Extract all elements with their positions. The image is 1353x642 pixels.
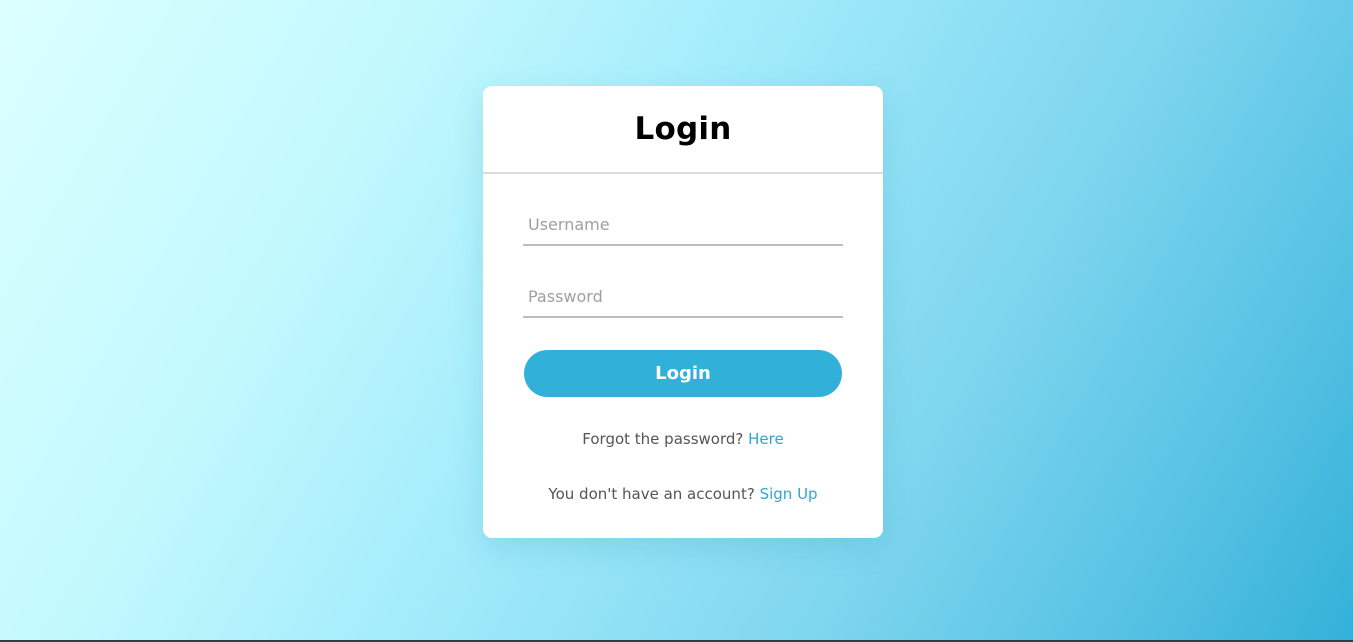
login-card-header: Login [483, 86, 883, 174]
username-input[interactable] [523, 204, 843, 246]
forgot-password-line: Forgot the password? Here [483, 430, 883, 448]
login-card: Login Login Forgot the password? Here Yo… [483, 86, 883, 538]
forgot-password-link[interactable]: Here [748, 430, 784, 448]
signup-link[interactable]: Sign Up [760, 485, 818, 503]
page-title: Login [634, 111, 732, 147]
signup-line: You don't have an account? Sign Up [483, 485, 883, 503]
signup-text: You don't have an account? [548, 485, 755, 503]
login-button[interactable]: Login [524, 350, 842, 397]
forgot-password-text: Forgot the password? [582, 430, 744, 448]
password-input[interactable] [523, 276, 843, 318]
